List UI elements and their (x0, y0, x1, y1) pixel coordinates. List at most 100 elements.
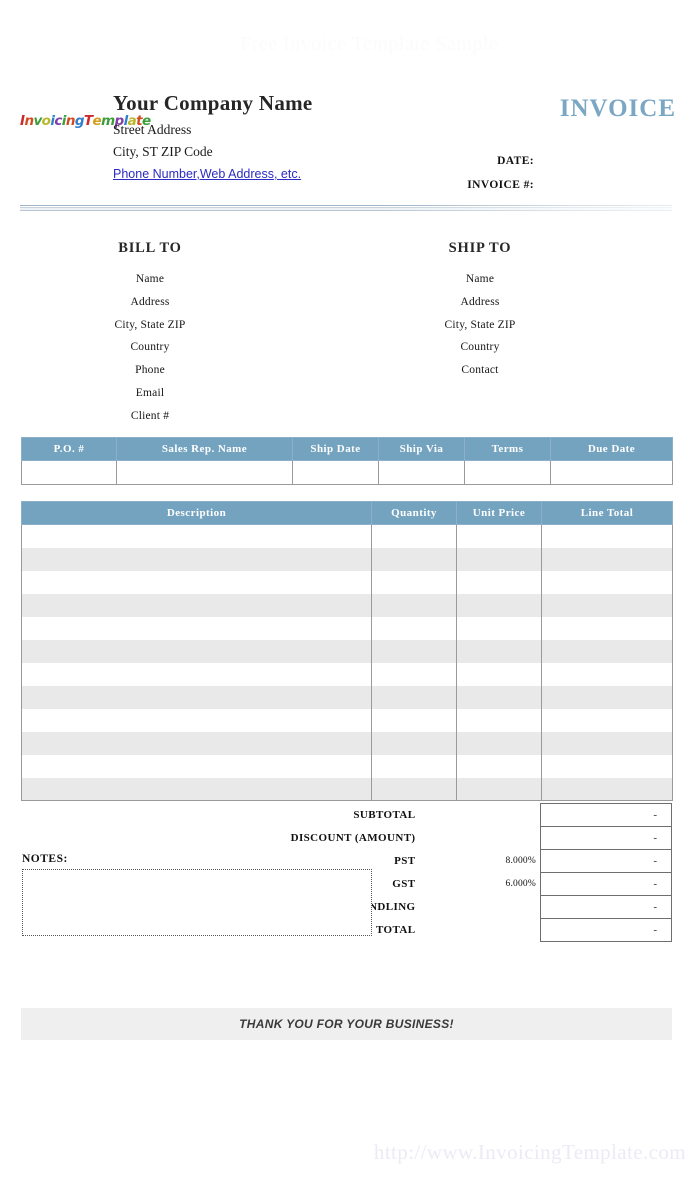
ship-to-line-4[interactable]: Contact (330, 359, 630, 382)
ship-to-line-1[interactable]: Address (330, 291, 630, 314)
totals-value-3[interactable]: - (540, 872, 672, 896)
bill-to-line-1[interactable]: Address (0, 291, 300, 314)
header-divider (20, 204, 672, 212)
line-item-cell-2-1[interactable] (371, 570, 457, 594)
line-item-cell-7-1[interactable] (371, 685, 457, 709)
line-item-cell-9-1[interactable] (371, 731, 457, 755)
totals-value-4[interactable]: - (540, 895, 672, 919)
line-item-cell-2-0[interactable] (21, 570, 372, 594)
totals-label-1: DISCOUNT (AMOUNT) (290, 832, 416, 844)
order-info-cell-1[interactable] (116, 460, 293, 485)
totals-value-0[interactable]: - (540, 803, 672, 827)
logo-letter-2: v (33, 113, 42, 129)
totals-rate-3[interactable]: 6.000% (422, 873, 541, 896)
company-contact-link[interactable]: Phone Number,Web Address, etc. (113, 167, 301, 181)
order-info-cell-3[interactable] (378, 460, 465, 485)
line-item-cell-7-2[interactable] (456, 685, 542, 709)
totals-value-1[interactable]: - (540, 826, 672, 850)
line-item-cell-4-2[interactable] (456, 616, 542, 640)
line-item-cell-8-2[interactable] (456, 708, 542, 732)
line-item-cell-5-3[interactable] (541, 639, 673, 663)
bill-to-line-2[interactable]: City, State ZIP (0, 314, 300, 337)
line-item-row[interactable] (21, 616, 673, 640)
line-item-cell-3-0[interactable] (21, 593, 372, 617)
line-item-cell-10-2[interactable] (456, 754, 542, 778)
line-item-cell-5-2[interactable] (456, 639, 542, 663)
bill-to-line-6[interactable]: Client # (0, 405, 300, 428)
line-item-cell-10-3[interactable] (541, 754, 673, 778)
line-item-cell-11-2[interactable] (456, 777, 542, 801)
line-item-cell-9-3[interactable] (541, 731, 673, 755)
totals-value-2[interactable]: - (540, 849, 672, 873)
ship-to-line-3[interactable]: Country (330, 336, 630, 359)
line-item-cell-8-0[interactable] (21, 708, 372, 732)
line-item-cell-6-0[interactable] (21, 662, 372, 686)
invoice-title: INVOICE (559, 95, 676, 122)
totals-rate-2[interactable]: 8.000% (422, 850, 541, 873)
line-item-cell-1-3[interactable] (541, 547, 673, 571)
line-item-row[interactable] (21, 639, 673, 663)
line-item-cell-9-0[interactable] (21, 731, 372, 755)
line-item-cell-11-1[interactable] (371, 777, 457, 801)
line-item-cell-7-3[interactable] (541, 685, 673, 709)
line-item-cell-0-2[interactable] (456, 524, 542, 548)
line-item-cell-9-2[interactable] (456, 731, 542, 755)
order-info-cell-0[interactable] (21, 460, 117, 485)
line-item-row[interactable] (21, 685, 673, 709)
line-item-row[interactable] (21, 593, 673, 617)
logo-letter-5: c (54, 113, 62, 129)
bill-to-line-0[interactable]: Name (0, 268, 300, 291)
line-item-cell-11-0[interactable] (21, 777, 372, 801)
line-item-row[interactable] (21, 754, 673, 778)
line-item-cell-6-2[interactable] (456, 662, 542, 686)
line-item-cell-5-1[interactable] (371, 639, 457, 663)
line-item-cell-10-1[interactable] (371, 754, 457, 778)
notes-input[interactable] (22, 869, 372, 936)
line-item-cell-11-3[interactable] (541, 777, 673, 801)
line-item-cell-8-1[interactable] (371, 708, 457, 732)
order-info-cell-4[interactable] (464, 460, 551, 485)
bill-to-line-3[interactable]: Country (0, 336, 300, 359)
line-item-cell-6-1[interactable] (371, 662, 457, 686)
line-item-cell-4-1[interactable] (371, 616, 457, 640)
logo-letter-1: n (24, 113, 34, 129)
line-item-cell-5-0[interactable] (21, 639, 372, 663)
ship-to-line-0[interactable]: Name (330, 268, 630, 291)
line-item-row[interactable] (21, 547, 673, 571)
line-item-cell-6-3[interactable] (541, 662, 673, 686)
line-item-cell-2-3[interactable] (541, 570, 673, 594)
invoice-number-label: INVOICE #: (467, 178, 534, 191)
line-item-cell-7-0[interactable] (21, 685, 372, 709)
line-item-row[interactable] (21, 662, 673, 686)
line-item-row[interactable] (21, 524, 673, 548)
order-info-header-4: Terms (464, 437, 551, 461)
line-item-cell-0-3[interactable] (541, 524, 673, 548)
order-info-data-row[interactable] (21, 460, 673, 485)
order-info-cell-5[interactable] (550, 460, 673, 485)
line-item-row[interactable] (21, 570, 673, 594)
line-item-cell-1-0[interactable] (21, 547, 372, 571)
line-item-cell-8-3[interactable] (541, 708, 673, 732)
line-item-cell-0-1[interactable] (371, 524, 457, 548)
line-item-cell-2-2[interactable] (456, 570, 542, 594)
ship-to-line-2[interactable]: City, State ZIP (330, 314, 630, 337)
line-item-cell-0-0[interactable] (21, 524, 372, 548)
invoice-meta: DATE: INVOICE #: (416, 150, 676, 197)
line-item-row[interactable] (21, 731, 673, 755)
invoice-page: Free Invoice Template Sample InvoicingTe… (0, 0, 700, 1191)
company-name: Your Company Name (113, 91, 313, 115)
line-item-cell-10-0[interactable] (21, 754, 372, 778)
line-item-cell-3-2[interactable] (456, 593, 542, 617)
line-item-cell-1-1[interactable] (371, 547, 457, 571)
totals-value-5[interactable]: - (540, 918, 672, 942)
line-item-cell-3-3[interactable] (541, 593, 673, 617)
line-item-cell-4-3[interactable] (541, 616, 673, 640)
line-item-row[interactable] (21, 777, 673, 801)
order-info-cell-2[interactable] (292, 460, 379, 485)
line-item-cell-4-0[interactable] (21, 616, 372, 640)
line-item-cell-3-1[interactable] (371, 593, 457, 617)
line-item-row[interactable] (21, 708, 673, 732)
line-item-cell-1-2[interactable] (456, 547, 542, 571)
bill-to-line-4[interactable]: Phone (0, 359, 300, 382)
bill-to-line-5[interactable]: Email (0, 382, 300, 405)
